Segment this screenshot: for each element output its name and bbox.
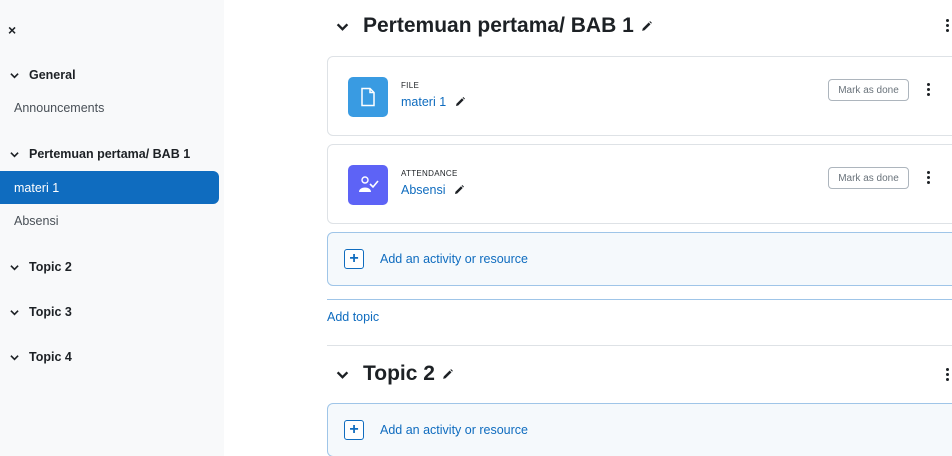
activity-name: Absensi bbox=[401, 183, 446, 197]
add-activity-label: Add an activity or resource bbox=[380, 423, 528, 437]
chevron-down-icon bbox=[10, 354, 19, 360]
sidebar-section-label: Topic 2 bbox=[29, 260, 72, 274]
divider bbox=[327, 345, 952, 346]
plus-icon: + bbox=[344, 249, 364, 269]
section-title: Pertemuan pertama/ BAB 1 bbox=[363, 14, 634, 37]
close-drawer-icon[interactable]: × bbox=[8, 22, 16, 38]
section-menu-icon[interactable] bbox=[944, 368, 950, 384]
activity-menu-icon[interactable] bbox=[925, 171, 931, 187]
chevron-down-icon bbox=[10, 264, 19, 270]
plus-icon: + bbox=[344, 420, 364, 440]
mark-as-done-button[interactable]: Mark as done bbox=[828, 167, 909, 189]
activity-card-attendance: ATTENDANCE Absensi Mark as done bbox=[327, 144, 952, 224]
section-header-topic-2: Topic 2 bbox=[336, 362, 454, 386]
chevron-down-icon bbox=[10, 151, 19, 157]
chevron-down-icon[interactable] bbox=[336, 368, 349, 381]
activity-menu-icon[interactable] bbox=[925, 83, 931, 99]
sidebar-item-absensi[interactable]: Absensi bbox=[14, 214, 58, 228]
add-activity-button[interactable]: + Add an activity or resource bbox=[327, 232, 952, 286]
add-topic-link[interactable]: Add topic bbox=[327, 310, 379, 324]
file-icon bbox=[348, 77, 388, 117]
course-index-drawer: × General Announcements Pertemuan pertam… bbox=[0, 0, 224, 456]
sidebar-item-materi-1[interactable]: materi 1 bbox=[0, 171, 219, 204]
sidebar-section-general[interactable]: General bbox=[10, 68, 76, 82]
sidebar-section-topic-2[interactable]: Topic 2 bbox=[10, 260, 72, 274]
attendance-icon bbox=[348, 165, 388, 205]
activity-type-label: FILE bbox=[401, 81, 420, 90]
activity-link[interactable]: Absensi bbox=[401, 183, 465, 197]
section-title: Topic 2 bbox=[363, 362, 435, 385]
mark-as-done-button[interactable]: Mark as done bbox=[828, 79, 909, 101]
sidebar-section-label: Topic 4 bbox=[29, 350, 72, 364]
activity-card-file: FILE materi 1 Mark as done bbox=[327, 56, 952, 136]
edit-pencil-icon[interactable] bbox=[453, 184, 465, 196]
add-activity-label: Add an activity or resource bbox=[380, 252, 528, 266]
activity-type-label: ATTENDANCE bbox=[401, 169, 458, 178]
sidebar-section-topic-3[interactable]: Topic 3 bbox=[10, 305, 72, 319]
section-header-pertemuan: Pertemuan pertama/ BAB 1 bbox=[336, 14, 653, 38]
edit-pencil-icon[interactable] bbox=[441, 368, 454, 381]
activity-link[interactable]: materi 1 bbox=[401, 95, 466, 109]
section-menu-icon[interactable] bbox=[944, 19, 950, 35]
sidebar-section-label: Topic 3 bbox=[29, 305, 72, 319]
sidebar-section-label: Pertemuan pertama/ BAB 1 bbox=[29, 147, 191, 161]
sidebar-section-label: General bbox=[29, 68, 76, 82]
chevron-down-icon bbox=[10, 309, 19, 315]
chevron-down-icon bbox=[10, 72, 19, 78]
edit-pencil-icon[interactable] bbox=[640, 20, 653, 33]
chevron-down-icon[interactable] bbox=[336, 20, 349, 33]
sidebar-item-label: materi 1 bbox=[14, 180, 60, 195]
activity-name: materi 1 bbox=[401, 95, 447, 109]
sidebar-section-topic-4[interactable]: Topic 4 bbox=[10, 350, 72, 364]
edit-pencil-icon[interactable] bbox=[454, 96, 466, 108]
sidebar-item-announcements[interactable]: Announcements bbox=[14, 101, 104, 115]
add-activity-button[interactable]: + Add an activity or resource bbox=[327, 403, 952, 456]
divider bbox=[327, 299, 952, 300]
sidebar-section-pertemuan[interactable]: Pertemuan pertama/ BAB 1 bbox=[10, 147, 190, 161]
